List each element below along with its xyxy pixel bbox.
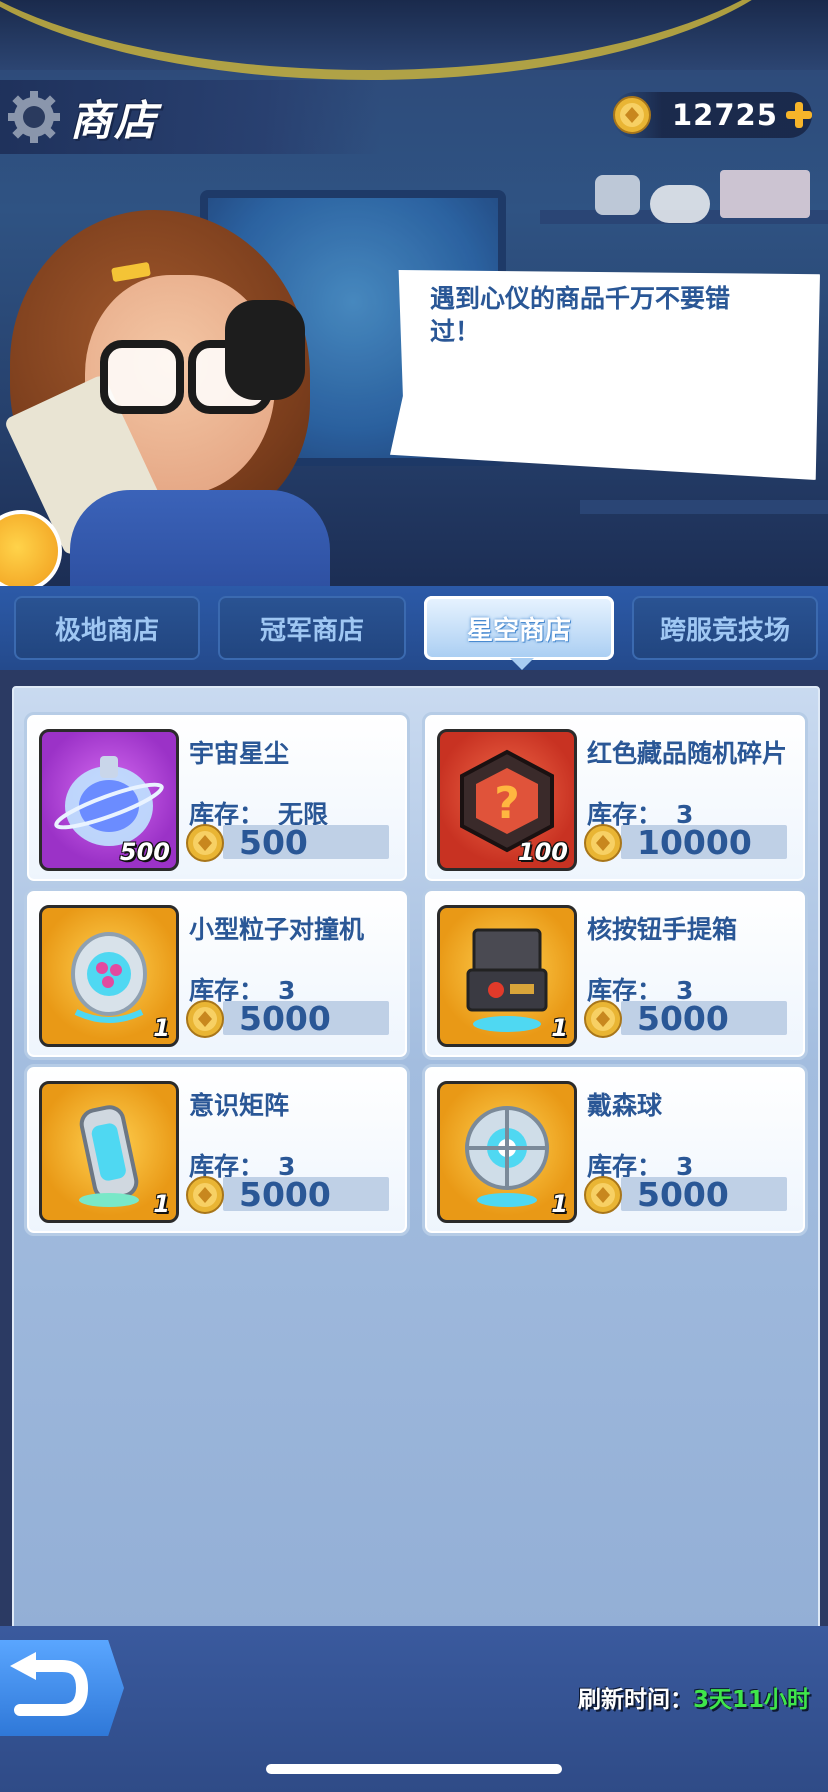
shop-item-card[interactable]: 1 核按钮手提箱 库存： 3 5000 [422, 888, 808, 1060]
consciousness-matrix-icon: 1 [39, 1081, 179, 1223]
item-price: 10000 [637, 823, 752, 862]
plus-icon[interactable] [784, 100, 812, 130]
glove [225, 300, 305, 400]
tab-champion-shop[interactable]: 冠军商店 [218, 596, 406, 660]
shop-item-card[interactable]: ? 100 红色藏品随机碎片 库存： 3 10000 [422, 712, 808, 884]
coin-icon [583, 1175, 623, 1215]
refresh-time: 3天11小时 [692, 1687, 810, 1713]
item-quantity: 500 [119, 838, 170, 866]
dyson-sphere-icon: 1 [437, 1081, 577, 1223]
item-name: 红色藏品随机碎片 [587, 739, 788, 768]
nuclear-briefcase-icon: 1 [437, 905, 577, 1047]
shelf [580, 500, 828, 514]
refresh-label: 刷新时间： [577, 1687, 693, 1713]
cosmic-stardust-icon: 500 [39, 729, 179, 871]
tab-polar-shop[interactable]: 极地商店 [14, 596, 200, 660]
item-quantity: 1 [551, 1190, 568, 1218]
currency-display: 12725 [612, 92, 812, 138]
back-arrow-icon [10, 1652, 89, 1716]
coin-icon [185, 999, 225, 1039]
item-name: 宇宙星尘 [189, 739, 290, 768]
item-quantity: 1 [551, 1014, 568, 1042]
gear-icon [8, 91, 60, 143]
coin-icon [612, 95, 652, 135]
currency-amount: 12725 [672, 98, 778, 132]
refresh-timer: 刷新时间：3天11小时 [578, 1680, 810, 1714]
shopkeeper-dialog: 遇到心仪的商品千万不要错过！ [430, 284, 731, 346]
lab-device [650, 185, 710, 223]
particle-collider-icon: 1 [39, 905, 179, 1047]
item-price: 5000 [239, 999, 331, 1038]
shop-item-grid: 500 宇宙星尘 库存： 无限 500 ? 100 红色藏品随机碎片 库存： 3 1… [12, 686, 820, 1630]
lab-box [720, 170, 810, 218]
item-quantity: 1 [153, 1014, 170, 1042]
home-indicator[interactable] [266, 1764, 562, 1774]
item-price: 500 [239, 823, 308, 862]
coin-icon [583, 823, 623, 863]
shop-item-card[interactable]: 500 宇宙星尘 库存： 无限 500 [24, 712, 410, 884]
item-name: 戴森球 [587, 1091, 663, 1120]
item-price: 5000 [239, 1175, 331, 1214]
item-name: 小型粒子对撞机 [189, 915, 365, 944]
shop-item-card[interactable]: 1 小型粒子对撞机 库存： 3 5000 [24, 888, 410, 1060]
coin-icon [185, 1175, 225, 1215]
page-title: 商店 [70, 95, 159, 145]
svg-text:?: ? [494, 778, 520, 829]
item-price: 5000 [637, 1175, 729, 1214]
tab-cross-server-arena[interactable]: 跨服竞技场 [632, 596, 818, 660]
item-name: 意识矩阵 [189, 1091, 290, 1120]
page-header: 商店 [0, 80, 380, 154]
item-quantity: 100 [517, 838, 568, 866]
item-quantity: 1 [153, 1190, 170, 1218]
coin-icon [583, 999, 623, 1039]
shop-item-card[interactable]: 1 戴森球 库存： 3 5000 [422, 1064, 808, 1236]
item-price: 5000 [637, 999, 729, 1038]
shop-item-card[interactable]: 1 意识矩阵 库存： 3 5000 [24, 1064, 410, 1236]
tab-starry-shop[interactable]: 星空商店 [424, 596, 614, 660]
active-tab-pointer [510, 658, 534, 670]
coin-icon [185, 823, 225, 863]
back-button[interactable] [0, 1640, 124, 1736]
mystery-fragment-icon: ? 100 [437, 729, 577, 871]
item-name: 核按钮手提箱 [587, 915, 738, 944]
lab-jar [595, 175, 640, 215]
